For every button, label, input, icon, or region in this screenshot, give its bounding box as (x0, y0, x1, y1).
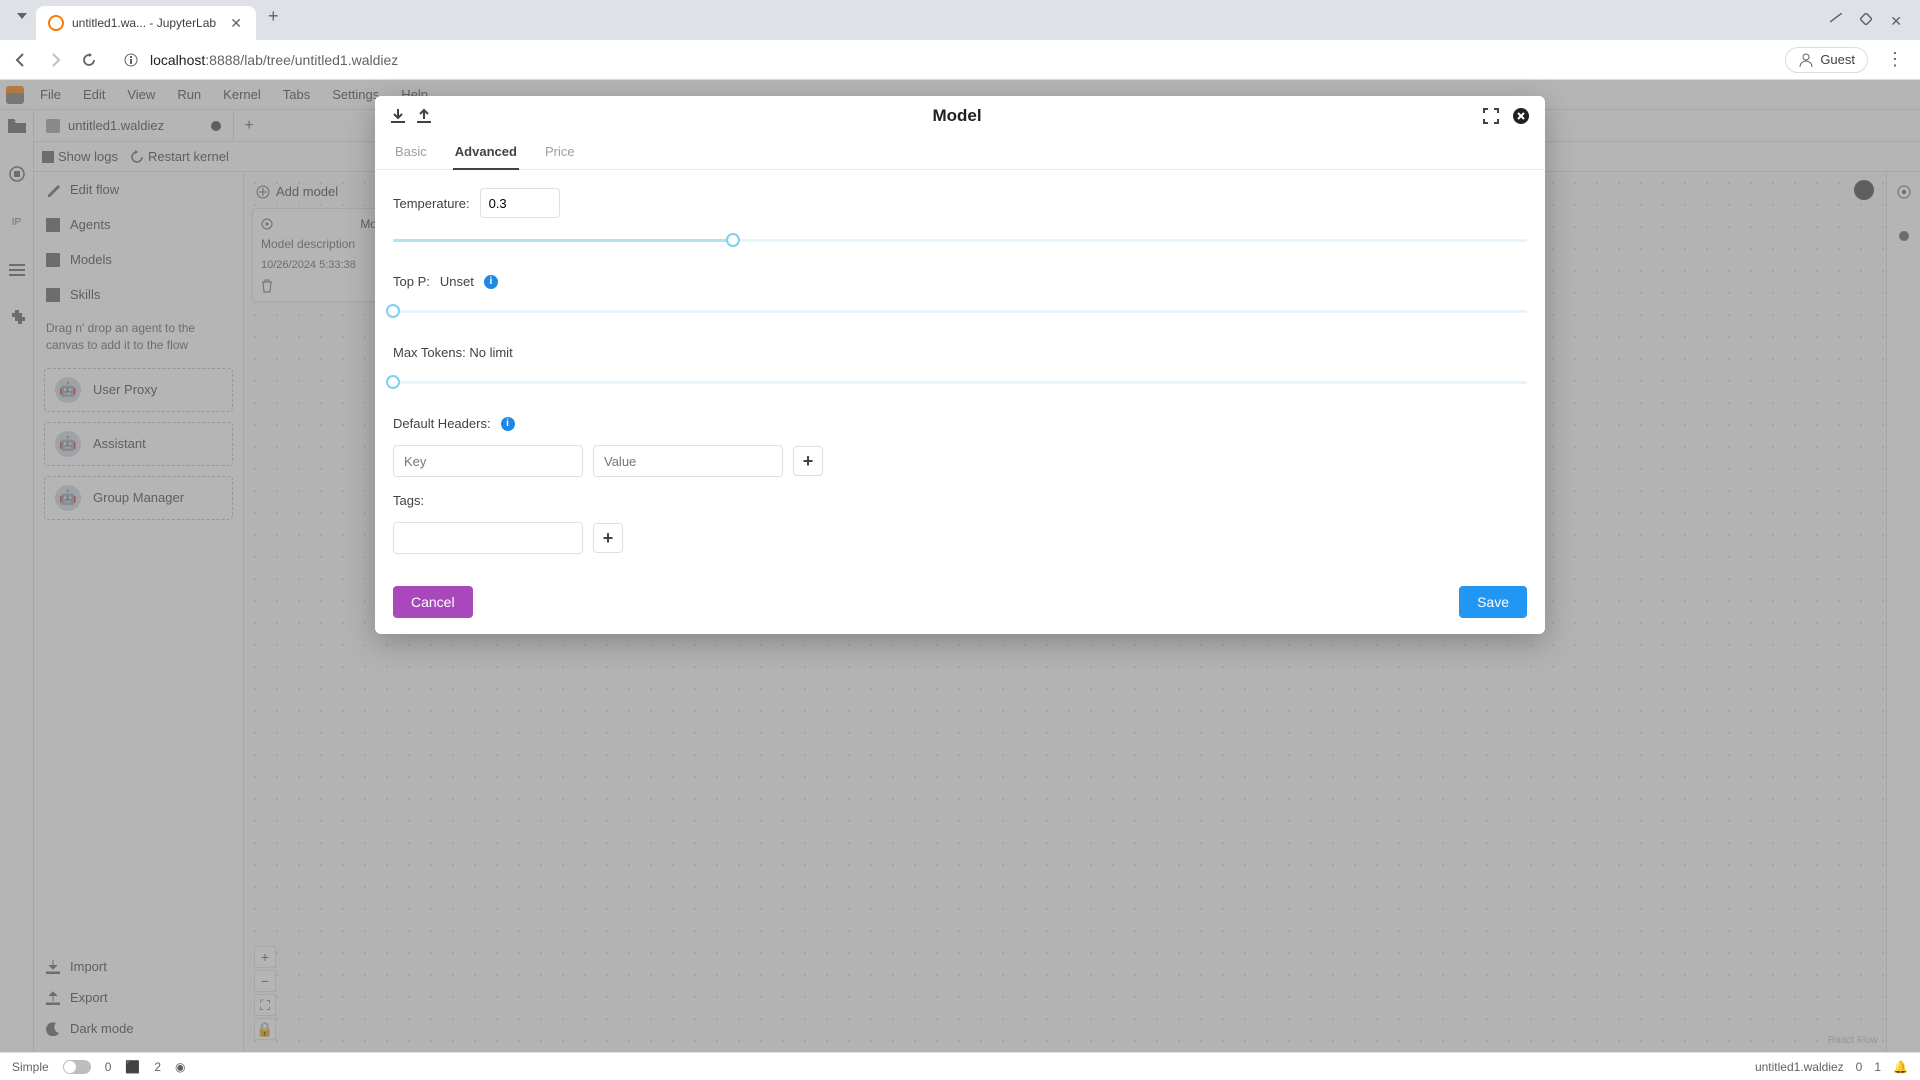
bell-icon[interactable]: 🔔 (1893, 1060, 1908, 1074)
save-button[interactable]: Save (1459, 586, 1527, 618)
browser-toolbar: localhost:8888/lab/tree/untitled1.waldie… (0, 40, 1920, 80)
terminal-icon[interactable]: ⬛ (125, 1060, 140, 1074)
status-indicator-icon[interactable]: ◉ (175, 1060, 185, 1074)
new-tab-button[interactable]: + (268, 6, 279, 27)
window-controls: ✕ (1830, 13, 1902, 30)
url-text: localhost:8888/lab/tree/untitled1.waldie… (150, 52, 398, 68)
status-filename: untitled1.waldiez (1755, 1060, 1844, 1074)
simple-mode-label: Simple (12, 1060, 49, 1074)
back-button[interactable] (10, 49, 32, 71)
tags-label: Tags: (393, 493, 424, 508)
browser-tab-strip: untitled1.wa... - JupyterLab ✕ + ✕ (0, 0, 1920, 40)
tab-close-icon[interactable]: ✕ (228, 15, 244, 32)
simple-mode-toggle[interactable] (63, 1060, 91, 1074)
export-model-icon[interactable] (415, 107, 433, 125)
max-tokens-slider[interactable] (393, 374, 1527, 390)
status-bar: Simple 0 ⬛ 2 ◉ untitled1.waldiez 0 1 🔔 (0, 1052, 1920, 1080)
tab-advanced[interactable]: Advanced (453, 138, 519, 169)
reload-button[interactable] (78, 49, 100, 71)
add-tag-button[interactable]: + (593, 523, 623, 553)
status-one: 1 (1874, 1060, 1881, 1074)
add-header-button[interactable]: + (793, 446, 823, 476)
tab-basic[interactable]: Basic (393, 138, 429, 169)
modal-title: Model (433, 106, 1481, 126)
tag-input[interactable] (393, 522, 583, 554)
fullscreen-icon[interactable] (1481, 106, 1501, 126)
modal-tabs: Basic Advanced Price (375, 132, 1545, 170)
top-p-value: Unset (440, 274, 474, 289)
import-model-icon[interactable] (389, 107, 407, 125)
status-zero: 0 (1856, 1060, 1863, 1074)
tab-title: untitled1.wa... - JupyterLab (72, 16, 220, 30)
cancel-button[interactable]: Cancel (393, 586, 473, 618)
temperature-slider[interactable] (393, 232, 1527, 248)
info-icon[interactable]: i (484, 275, 498, 289)
header-key-input[interactable] (393, 445, 583, 477)
status-count-0: 0 (105, 1060, 112, 1074)
max-tokens-label: Max Tokens: No limit (393, 345, 513, 360)
top-p-label: Top P: (393, 274, 430, 289)
header-value-input[interactable] (593, 445, 783, 477)
site-info-icon[interactable] (122, 51, 140, 69)
browser-tab[interactable]: untitled1.wa... - JupyterLab ✕ (36, 6, 256, 40)
tab-list-dropdown[interactable] (14, 8, 30, 24)
model-modal: Model Basic Advanced Price Temperature: (375, 96, 1545, 634)
url-bar[interactable]: localhost:8888/lab/tree/untitled1.waldie… (112, 45, 1773, 75)
maximize-icon[interactable] (1860, 13, 1872, 30)
modal-overlay: Model Basic Advanced Price Temperature: (0, 80, 1920, 1052)
headers-label: Default Headers: (393, 416, 491, 431)
browser-menu-icon[interactable]: ⋮ (1880, 49, 1910, 70)
guest-profile[interactable]: Guest (1785, 47, 1868, 73)
forward-button[interactable] (44, 49, 66, 71)
status-count-2: 2 (154, 1060, 161, 1074)
guest-label: Guest (1820, 52, 1855, 67)
jupyter-favicon (48, 15, 64, 31)
info-icon[interactable]: i (501, 417, 515, 431)
tab-price[interactable]: Price (543, 138, 577, 169)
temperature-input[interactable] (480, 188, 560, 218)
top-p-slider[interactable] (393, 303, 1527, 319)
modal-close-icon[interactable] (1511, 106, 1531, 126)
close-icon[interactable]: ✕ (1890, 13, 1902, 30)
user-icon (1798, 52, 1814, 68)
minimize-icon[interactable] (1830, 13, 1842, 30)
temperature-label: Temperature: (393, 196, 470, 211)
